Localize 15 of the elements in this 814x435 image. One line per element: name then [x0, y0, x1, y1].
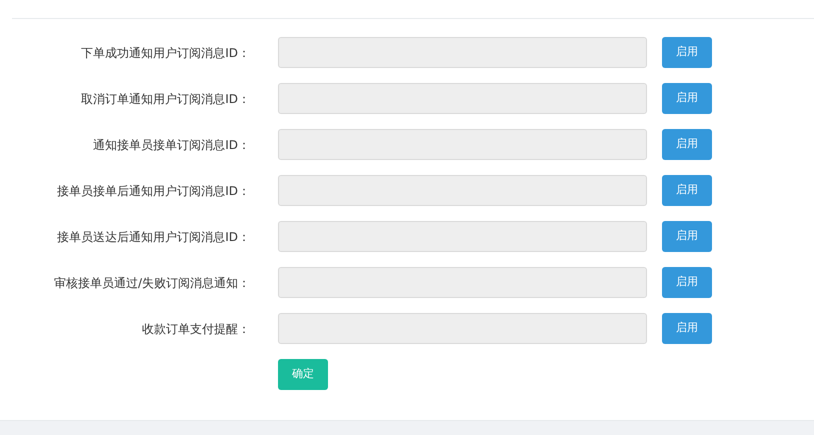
enable-button[interactable]: 启用	[662, 221, 712, 252]
field-label: 收款订单支付提醒：	[141, 320, 250, 338]
enable-button[interactable]: 启用	[662, 313, 712, 344]
confirm-button[interactable]: 确定	[278, 359, 328, 390]
field-label: 接单员接单后通知用户订阅消息ID：	[56, 182, 250, 200]
field-label: 取消订单通知用户订阅消息ID：	[80, 90, 250, 108]
field-label: 下单成功通知用户订阅消息ID：	[80, 44, 250, 62]
enable-button[interactable]: 启用	[662, 267, 712, 298]
enable-button[interactable]: 启用	[662, 175, 712, 206]
enable-button[interactable]: 启用	[662, 129, 712, 160]
field-label: 通知接单员接单订阅消息ID：	[92, 136, 250, 154]
enable-button[interactable]: 启用	[662, 83, 712, 114]
enable-button[interactable]: 启用	[662, 37, 712, 68]
field-label: 审核接单员通过/失败订阅消息通知：	[52, 274, 250, 292]
field-label: 接单员送达后通知用户订阅消息ID：	[56, 228, 250, 246]
